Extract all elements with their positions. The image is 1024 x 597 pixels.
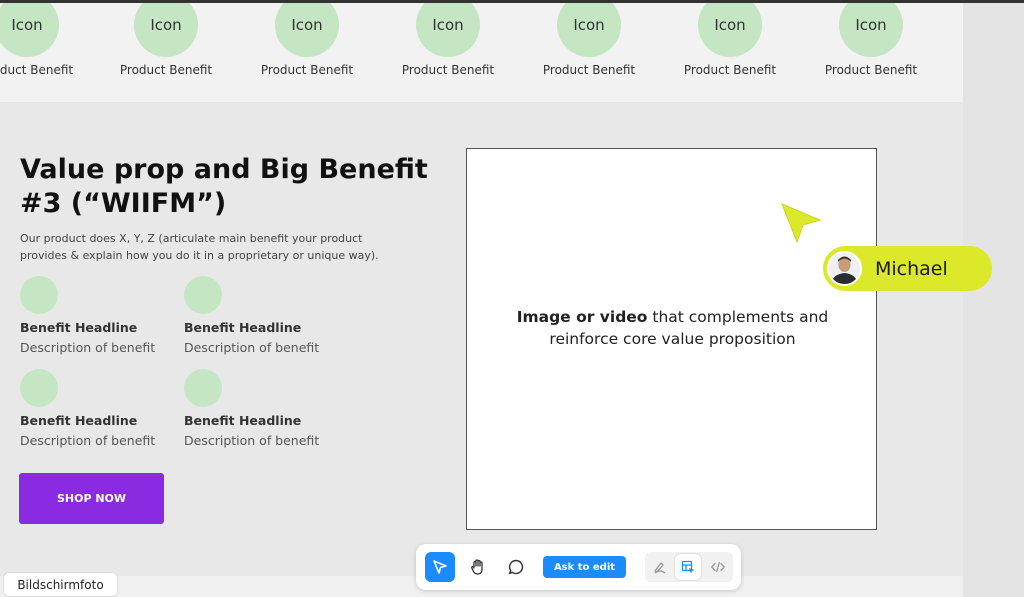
icon-label: Product Benefit (0, 63, 74, 77)
draw-mode-button[interactable] (645, 552, 674, 582)
benefit-icon (184, 369, 222, 407)
ask-to-edit-button[interactable]: Ask to edit (543, 556, 626, 578)
hero-lead: Our product does X, Y, Z (articulate mai… (20, 232, 379, 262)
hero-headline: Value prop and Big Benefit #3 (“WIIFM”) (20, 154, 428, 219)
benefit-icon: Icon (416, 3, 480, 57)
icon-item: Icon Product Benefit (806, 3, 936, 77)
benefit-description: Description of benefit (184, 433, 320, 448)
benefit-headline: Benefit Headline (184, 320, 302, 335)
benefit-description: Description of benefit (20, 433, 156, 448)
icon-label: Product Benefit (119, 63, 213, 77)
benefit-icon: Icon (275, 3, 339, 57)
benefit-icon (20, 276, 58, 314)
icon-label: Product Benefit (824, 63, 918, 77)
comment-tool-button[interactable] (501, 552, 531, 582)
icon-label: Product Benefit (260, 63, 354, 77)
icon-label: Product Benefit (683, 63, 777, 77)
benefit-description: Description of benefit (20, 340, 156, 355)
media-caption-bold: Image or video (516, 308, 648, 326)
mode-switcher (645, 552, 733, 582)
collaborator-cursor-icon (781, 203, 822, 244)
icon-label: Product Benefit (401, 63, 495, 77)
collaborator-name: Michael (875, 257, 948, 280)
icon-item: Icon Product Benefit (665, 3, 795, 77)
benefit-icon (184, 276, 222, 314)
media-caption: Image or video that complements and rein… (507, 306, 838, 350)
benefit-description: Description of benefit (184, 340, 320, 355)
avatar (827, 251, 862, 286)
icon-item: Icon Product Benefit (524, 3, 654, 77)
inspect-icon (681, 560, 695, 574)
comment-icon (508, 559, 524, 575)
pointer-icon (433, 560, 447, 574)
canvas-gutter (963, 3, 1024, 597)
benefit-icon: Icon (698, 3, 762, 57)
benefit-headline: Benefit Headline (20, 413, 138, 428)
collaborator-badge: Michael (823, 246, 992, 291)
benefit-card: Benefit Headline Description of benefit (20, 276, 180, 355)
icon-label: Product Benefit (542, 63, 636, 77)
person-icon (829, 253, 860, 284)
icon-item: Icon Product Benefit (101, 3, 231, 77)
code-icon (710, 561, 725, 573)
inspect-mode-button[interactable] (675, 554, 701, 580)
benefit-icon: Icon (134, 3, 198, 57)
benefit-icon: Icon (839, 3, 903, 57)
code-mode-button[interactable] (703, 552, 732, 582)
benefit-card: Benefit Headline Description of benefit (184, 369, 344, 448)
screenshot-tooltip: Bildschirmfoto (4, 573, 117, 596)
benefit-headline: Benefit Headline (20, 320, 138, 335)
icon-item: Icon Product Benefit (0, 3, 92, 77)
benefit-icon: Icon (0, 3, 59, 57)
hand-icon (471, 559, 483, 575)
draw-icon (653, 562, 665, 574)
benefit-card: Benefit Headline Description of benefit (184, 276, 344, 355)
benefit-icon: Icon (557, 3, 621, 57)
hand-tool-button[interactable] (463, 552, 493, 582)
icon-row: Icon Product Benefit Icon Product Benefi… (0, 3, 963, 102)
benefit-card: Benefit Headline Description of benefit (20, 369, 180, 448)
benefit-icon (20, 369, 58, 407)
icon-item: Icon Product Benefit (383, 3, 513, 77)
shop-now-button[interactable]: SHOP NOW (19, 473, 164, 524)
icon-item: Icon Product Benefit (242, 3, 372, 77)
benefit-headline: Benefit Headline (184, 413, 302, 428)
bottom-toolbar: Ask to edit (416, 544, 741, 590)
pointer-tool-button[interactable] (425, 552, 455, 582)
